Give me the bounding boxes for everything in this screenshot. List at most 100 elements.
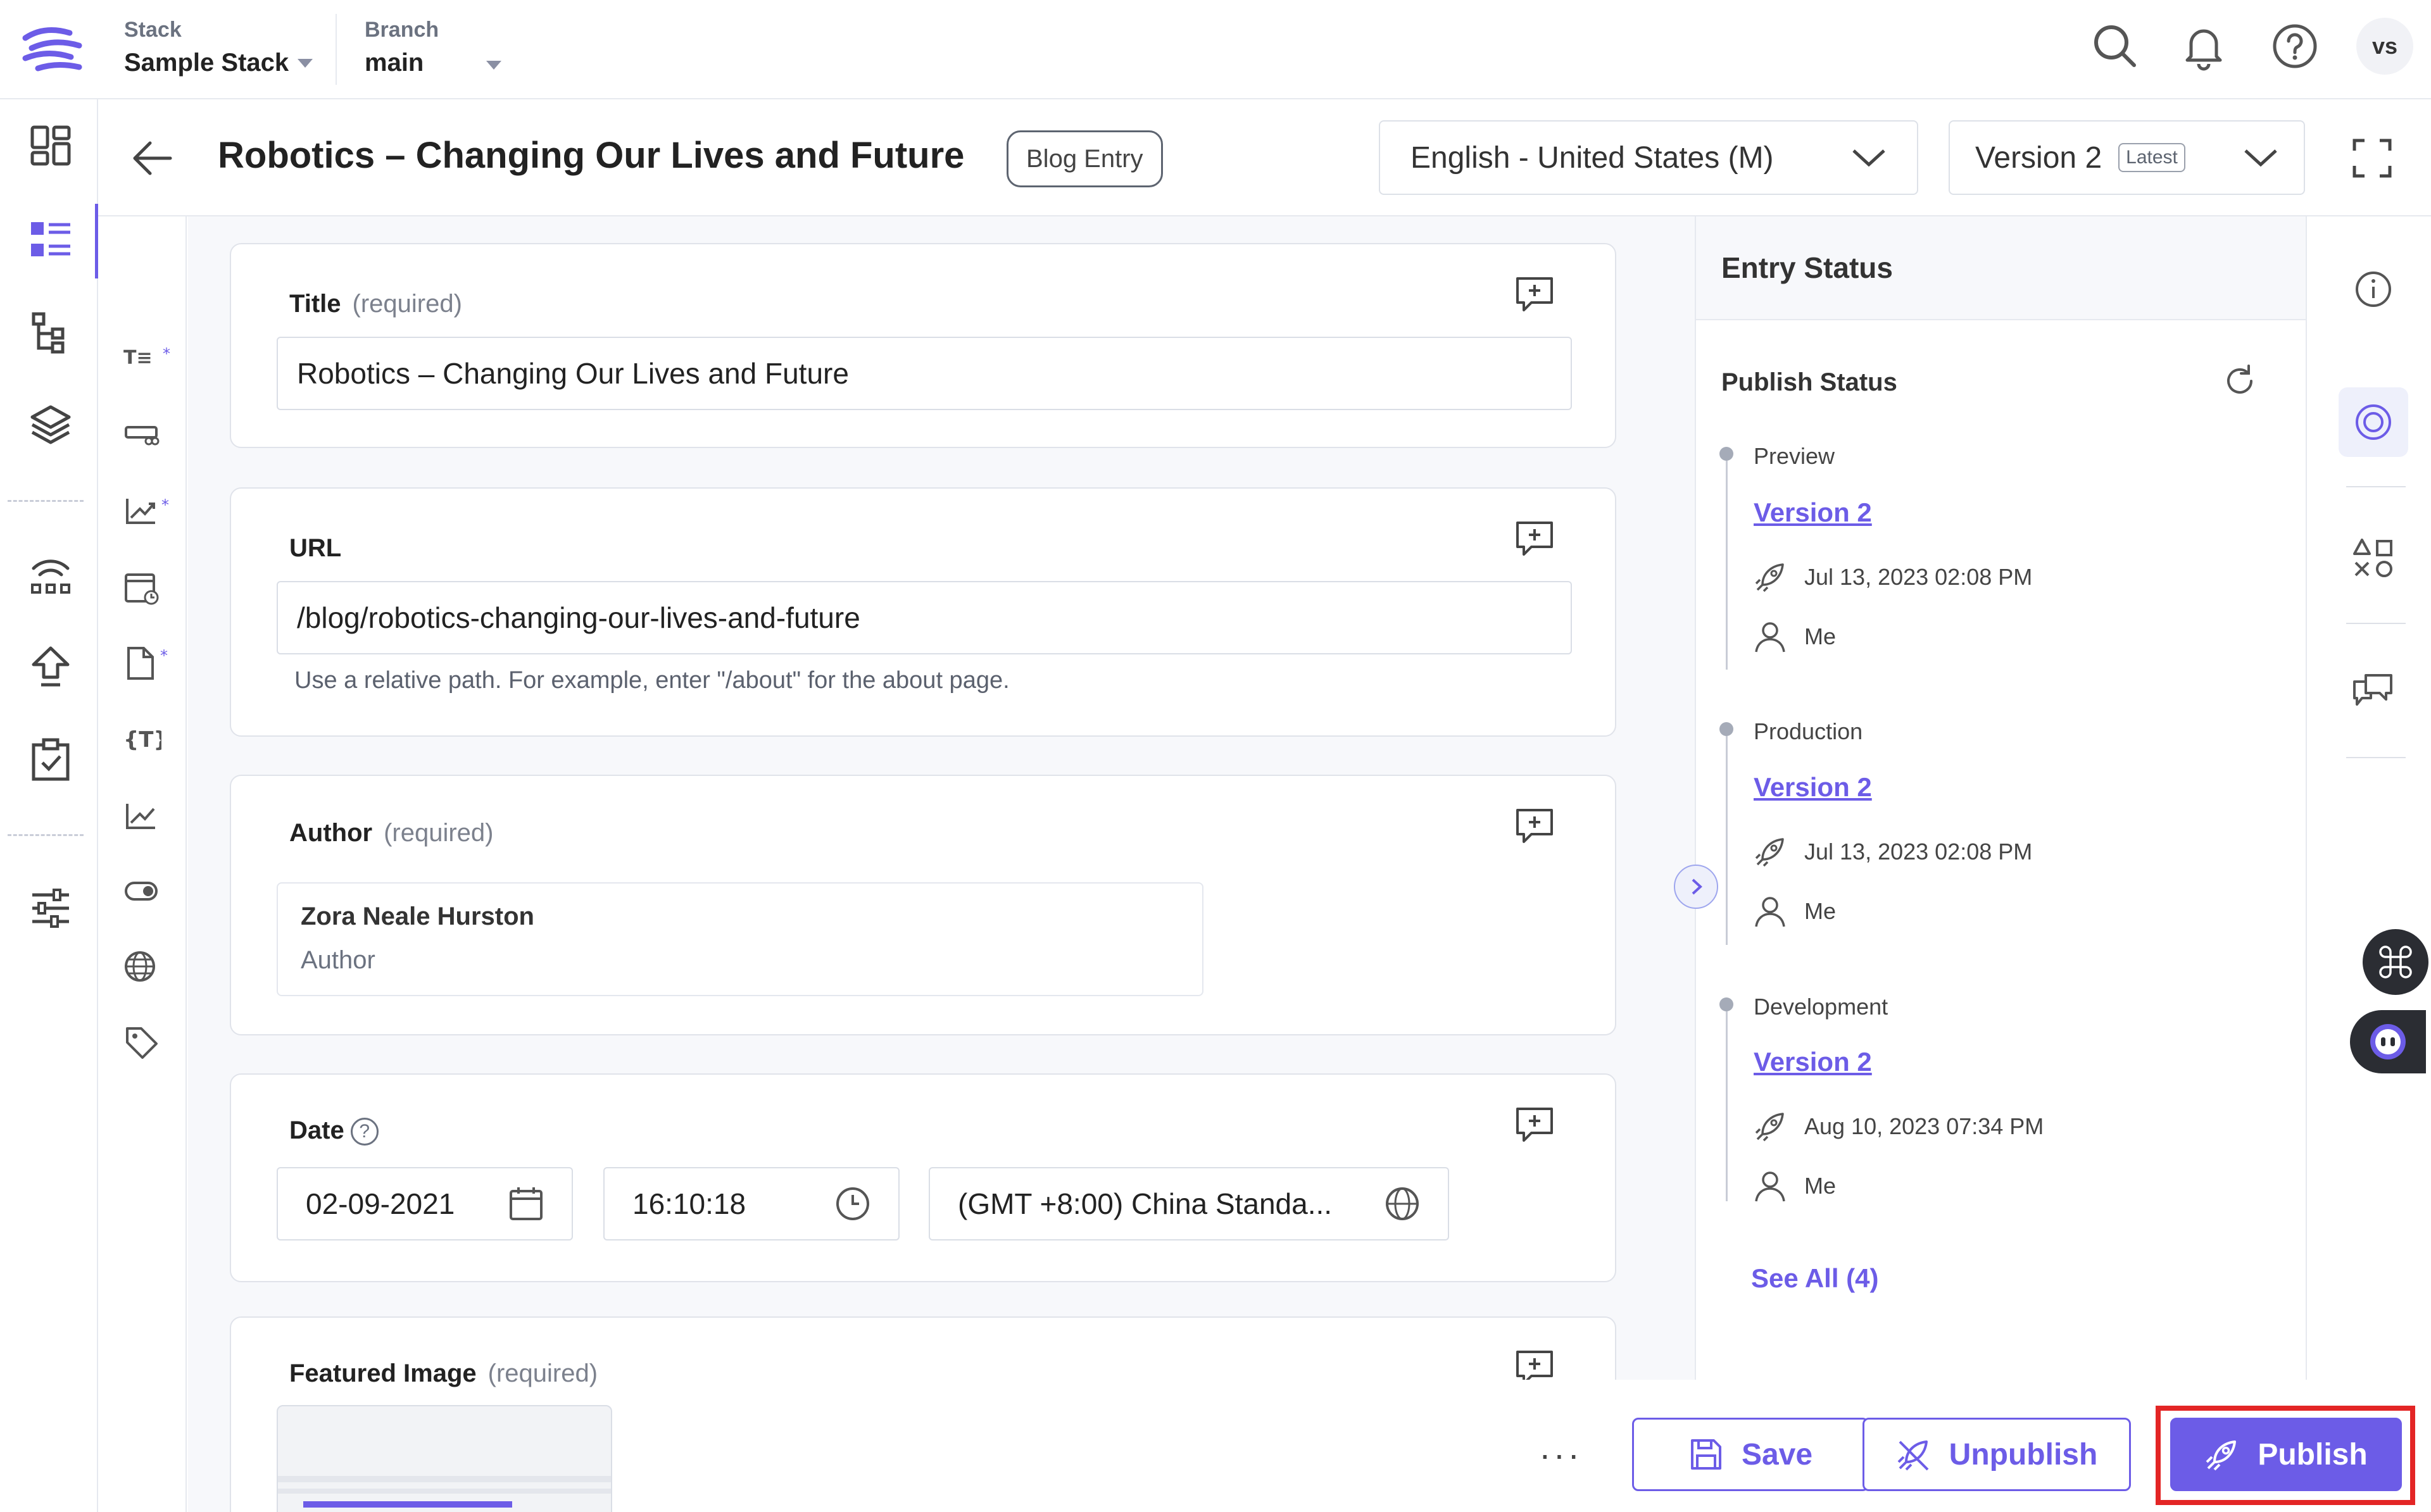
page-title: Robotics – Changing Our Lives and Future: [218, 135, 965, 176]
add-comment-icon[interactable]: [1512, 1103, 1557, 1147]
caret-down-icon: [298, 58, 313, 68]
url-field-card: URL /blog/robotics-changing-our-lives-an…: [230, 487, 1616, 737]
text-field-icon[interactable]: T≡ *: [123, 335, 187, 380]
info-icon[interactable]: [2339, 254, 2408, 324]
tag-icon[interactable]: [123, 1020, 187, 1065]
featured-image-field-card: Featured Image (required): [230, 1316, 1616, 1512]
rocket-icon: [1755, 563, 1784, 592]
published-by-row: Me: [1754, 895, 1836, 928]
toggle-field-icon[interactable]: [123, 868, 187, 913]
save-label: Save: [1741, 1437, 1813, 1471]
time-input[interactable]: 16:10:18: [603, 1167, 900, 1240]
avatar[interactable]: vs: [2356, 18, 2413, 75]
version-dropdown[interactable]: Version 2 Latest: [1949, 120, 2305, 195]
releases-icon[interactable]: [19, 728, 82, 791]
user-icon: [1755, 1171, 1785, 1202]
svg-text:*: *: [163, 345, 170, 363]
clock-icon[interactable]: [835, 1186, 870, 1221]
entry-status-header: Entry Status: [1696, 216, 2306, 320]
reference-field-icon[interactable]: *: [123, 489, 187, 533]
app-logo-icon[interactable]: [19, 19, 89, 76]
caret-down-icon[interactable]: [486, 61, 501, 70]
environment-name: Production: [1754, 718, 1863, 744]
publish-date: Jul 13, 2023 02:08 PM: [1804, 839, 2033, 865]
chevron-down-icon: [2244, 149, 2277, 167]
calendar-icon[interactable]: [508, 1186, 544, 1221]
stack-value: Sample Stack: [124, 49, 289, 77]
url-help-text: Use a relative path. For example, enter …: [294, 667, 1010, 694]
publish-date: Aug 10, 2023 07:34 PM: [1804, 1113, 2044, 1139]
stack-selector[interactable]: Stack Sample Stack: [124, 18, 313, 77]
see-all-link[interactable]: See All (4): [1751, 1263, 1879, 1294]
publish-queue-icon[interactable]: [19, 635, 82, 698]
more-options-button[interactable]: ···: [1532, 1432, 1589, 1476]
rocket-icon: [1755, 838, 1784, 867]
timeline-dot: [1719, 447, 1733, 461]
environment-version-link[interactable]: Version 2: [1754, 772, 1872, 803]
date-input[interactable]: 02-09-2021: [277, 1167, 573, 1240]
webhooks-icon[interactable]: [19, 541, 82, 604]
extensions-icon[interactable]: [2339, 523, 2408, 592]
timeline-line: [1726, 461, 1728, 670]
command-icon: [2379, 946, 2412, 978]
environment-version-link[interactable]: Version 2: [1754, 1047, 1872, 1077]
publish-status-icon[interactable]: [2339, 387, 2408, 457]
locale-value: English - United States (M): [1410, 141, 1774, 175]
author-field-card: Author (required) Zora Neale Hurston Auth…: [230, 775, 1616, 1035]
timezone-value: (GMT +8:00) China Standa...: [958, 1187, 1333, 1220]
shortcuts-button[interactable]: [2363, 929, 2428, 995]
featured-image-thumbnail[interactable]: [277, 1405, 612, 1512]
add-comment-icon[interactable]: [1512, 804, 1557, 848]
branch-selector[interactable]: Branch main: [365, 18, 439, 77]
refresh-icon[interactable]: [2221, 362, 2259, 400]
search-icon[interactable]: [2087, 18, 2144, 75]
globe-icon[interactable]: [123, 944, 187, 989]
publish-status-title: Publish Status: [1721, 368, 1897, 396]
dashboard-icon[interactable]: [19, 114, 82, 177]
assets-icon[interactable]: [19, 392, 82, 456]
content-models-icon[interactable]: [19, 301, 82, 364]
save-button[interactable]: Save: [1632, 1418, 1869, 1491]
url-input[interactable]: /blog/robotics-changing-our-lives-and-fu…: [277, 581, 1572, 654]
time-value: 16:10:18: [632, 1187, 746, 1220]
discussions-icon[interactable]: [2339, 656, 2408, 725]
publish-date-row: Jul 13, 2023 02:08 PM: [1754, 835, 2032, 868]
add-comment-icon[interactable]: [1512, 516, 1557, 561]
nav-separator: [8, 500, 84, 502]
help-circle-icon[interactable]: ?: [350, 1118, 379, 1146]
add-comment-icon[interactable]: [1512, 272, 1557, 316]
timezone-select[interactable]: (GMT +8:00) China Standa...: [929, 1167, 1449, 1240]
globe-icon: [1386, 1187, 1419, 1220]
chevron-down-icon: [1852, 149, 1885, 167]
title-input[interactable]: Robotics – Changing Our Lives and Future: [277, 337, 1572, 410]
user-icon: [1755, 897, 1785, 927]
back-arrow-icon[interactable]: [127, 133, 177, 184]
file-field-icon[interactable]: *: [123, 641, 187, 685]
help-icon[interactable]: [2266, 18, 2323, 75]
json-field-icon[interactable]: {T}: [123, 717, 187, 761]
author-reference-card[interactable]: Zora Neale Hurston Author: [277, 882, 1203, 996]
publish-highlight-box: [2156, 1406, 2415, 1505]
svg-text:*: *: [161, 496, 169, 514]
settings-icon[interactable]: [19, 877, 82, 940]
published-by: Me: [1804, 1173, 1837, 1199]
bot-icon: [2370, 1024, 2406, 1059]
chart-field-icon[interactable]: [123, 794, 187, 838]
date-field-icon[interactable]: [123, 565, 187, 609]
unpublish-button[interactable]: Unpublish: [1863, 1418, 2131, 1491]
collapse-panel-button[interactable]: [1674, 865, 1718, 909]
entries-icon[interactable]: [19, 209, 82, 272]
assistant-button[interactable]: [2350, 1010, 2426, 1073]
fullscreen-icon[interactable]: [2344, 130, 2401, 187]
published-by-row: Me: [1754, 1170, 1836, 1203]
url-field-label: URL: [289, 534, 342, 562]
link-field-icon[interactable]: [123, 413, 187, 457]
date-value: 02-09-2021: [306, 1187, 455, 1220]
bell-icon[interactable]: [2175, 18, 2232, 75]
user-icon: [1755, 622, 1785, 653]
locale-dropdown[interactable]: English - United States (M): [1379, 120, 1918, 195]
environment-version-link[interactable]: Version 2: [1754, 497, 1872, 528]
author-field-label: Author (required): [289, 819, 494, 847]
rocket-icon: [1755, 1113, 1784, 1142]
content-type-badge[interactable]: Blog Entry: [1007, 130, 1163, 187]
